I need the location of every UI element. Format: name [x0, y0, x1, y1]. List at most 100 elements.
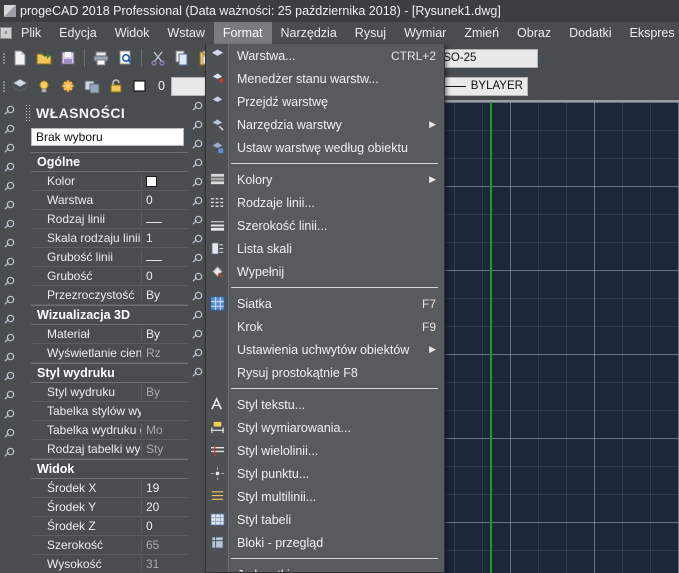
menu-item-edycja[interactable]: Edycja	[50, 22, 106, 44]
menu-item-styl-tabeli[interactable]: Styl tabeli	[229, 508, 444, 531]
property-row[interactable]: Środek X 19	[31, 479, 188, 498]
menu-item-wypełnij[interactable]: Wypełnij	[229, 260, 444, 283]
menu-item-format[interactable]: Format	[213, 22, 272, 44]
menu-item-styl-wielolinii[interactable]: Styl wielolinii...	[229, 439, 444, 462]
vtool-gradient-icon[interactable]	[1, 385, 20, 404]
menu-item-ekspres[interactable]: Ekspres	[620, 22, 679, 44]
selection-combo[interactable]: Brak wyboru	[31, 128, 184, 146]
vtool-ellipse-icon[interactable]	[1, 271, 20, 290]
property-value[interactable]	[141, 174, 188, 188]
toolbar-copy-icon[interactable]	[171, 47, 193, 69]
menu-item-rodzaje-linii[interactable]: Rodzaje linii...	[229, 191, 444, 214]
vtool-make-block-icon[interactable]	[1, 328, 20, 347]
menu-item-narzędzia[interactable]: Narzędzia	[272, 22, 346, 44]
property-value[interactable]	[141, 212, 188, 226]
property-value[interactable]: 20	[141, 500, 188, 514]
property-row[interactable]: Styl wydruku By	[31, 383, 188, 402]
property-value[interactable]: 1	[141, 231, 188, 245]
menu-item-plik[interactable]: Plik	[12, 22, 50, 44]
menu-item-lista-skali[interactable]: Lista skali	[229, 237, 444, 260]
property-value[interactable]: By	[141, 385, 188, 399]
toolbar-new-file-icon[interactable]	[9, 47, 31, 69]
vtool-multiline-text-icon[interactable]	[1, 442, 20, 461]
menu-item-widok[interactable]: Widok	[106, 22, 159, 44]
menu-item-dodatki[interactable]: Dodatki	[560, 22, 620, 44]
property-value[interactable]: 31	[141, 557, 188, 571]
vtool-region-icon[interactable]	[1, 404, 20, 423]
toolbar-save-file-icon[interactable]	[57, 47, 79, 69]
property-value[interactable]: By	[141, 327, 188, 341]
property-row[interactable]: Warstwa 0	[31, 191, 188, 210]
property-row[interactable]: Kolor	[31, 172, 188, 191]
menu-item-zmień[interactable]: Zmień	[455, 22, 508, 44]
property-value[interactable]: 65	[141, 538, 188, 552]
menu-item-rysuj[interactable]: Rysuj	[346, 22, 395, 44]
vtool-polyline-icon[interactable]	[1, 138, 20, 157]
menu-item-wstaw[interactable]: Wstaw	[158, 22, 214, 44]
property-row[interactable]: Środek Y 20	[31, 498, 188, 517]
drawing-canvas[interactable]	[430, 100, 679, 573]
vtool-point-icon[interactable]	[1, 347, 20, 366]
toolbar-print-icon[interactable]	[90, 47, 112, 69]
color-swatch[interactable]	[146, 176, 157, 188]
menu-item-warstwa[interactable]: Warstwa... CTRL+2	[229, 44, 444, 67]
menu-item-styl-punktu[interactable]: Styl punktu...	[229, 462, 444, 485]
property-row[interactable]: Środek Z 0	[31, 517, 188, 536]
vtool-arc-icon[interactable]	[1, 195, 20, 214]
menu-item-narzędzia-warstwy[interactable]: Narzędzia warstwy ▶	[229, 113, 444, 136]
toolbar-grip-properties[interactable]	[0, 76, 8, 96]
menu-item-wymiar[interactable]: Wymiar	[395, 22, 455, 44]
toolbar-layer-color-swatch[interactable]	[129, 75, 151, 97]
property-value[interactable]: Sty	[141, 442, 188, 456]
menu-item-styl-tekstu[interactable]: Styl tekstu...	[229, 393, 444, 416]
vtool-ellipse-arc-icon[interactable]	[1, 290, 20, 309]
menu-item-krok[interactable]: Krok F9	[229, 315, 444, 338]
vtool-insert-block-icon[interactable]	[1, 309, 20, 328]
menu-item-jednostki[interactable]: Jednostki...	[229, 563, 444, 573]
property-row[interactable]: Wysokość 31	[31, 555, 188, 573]
menu-item-szerokość-linii[interactable]: Szerokość linii...	[229, 214, 444, 237]
vtool-rectangle-icon[interactable]	[1, 176, 20, 195]
property-row[interactable]: Rodzaj linii	[31, 210, 188, 229]
menu-grip[interactable]: ≡	[0, 22, 12, 44]
vtool-construction-line-icon[interactable]	[1, 119, 20, 138]
vtool-table-icon[interactable]	[1, 423, 20, 442]
property-row[interactable]: Przezroczystość By	[31, 286, 188, 305]
property-value[interactable]: 19	[141, 481, 188, 495]
toolbar-cut-icon[interactable]	[147, 47, 169, 69]
vtool-line-icon[interactable]	[1, 100, 20, 119]
menu-item-przejdź-warstwę[interactable]: Przejdź warstwę	[229, 90, 444, 113]
menu-item-bloki-przegląd[interactable]: Bloki - przegląd	[229, 531, 444, 554]
property-row[interactable]: Wyświetlanie cieni Rz	[31, 344, 188, 363]
toolbar-layer-manager-icon[interactable]	[9, 75, 31, 97]
menu-item-siatka[interactable]: Siatka F7	[229, 292, 444, 315]
property-row[interactable]: Tabelka stylów wydruku	[31, 402, 188, 421]
menu-item-ustawienia-uchwytów-obiektów[interactable]: Ustawienia uchwytów obiektów ▶	[229, 338, 444, 361]
property-row[interactable]: Grubość 0	[31, 267, 188, 286]
property-value[interactable]: Mo	[141, 423, 188, 437]
toolbar-print-preview-icon[interactable]	[114, 47, 136, 69]
panel-grip-icon[interactable]	[25, 104, 32, 122]
dimension-style-combo[interactable]: ISO-25	[434, 48, 538, 68]
menu-item-rysuj-prostokątnie-f8[interactable]: Rysuj prostokątnie F8	[229, 361, 444, 384]
property-value[interactable]: By	[141, 288, 188, 302]
property-row[interactable]: Materiał By	[31, 325, 188, 344]
property-value[interactable]: 0	[141, 193, 188, 207]
property-row[interactable]: Grubość linii	[31, 248, 188, 267]
menu-item-kolory[interactable]: Kolory ▶	[229, 168, 444, 191]
toolbar-layer-lock-icon[interactable]	[105, 75, 127, 97]
toolbar-grip-standard[interactable]	[0, 48, 8, 68]
vtool-circle-icon[interactable]	[1, 214, 20, 233]
property-row[interactable]: Tabelka wydruku dołąc...Mo	[31, 421, 188, 440]
property-row[interactable]: Skala rodzaju linii 1	[31, 229, 188, 248]
property-row[interactable]: Szerokość 65	[31, 536, 188, 555]
menu-item-obraz[interactable]: Obraz	[508, 22, 560, 44]
menu-item-styl-multilinii[interactable]: Styl multilinii...	[229, 485, 444, 508]
property-value[interactable]	[141, 250, 188, 264]
vtool-revision-cloud-icon[interactable]	[1, 233, 20, 252]
toolbar-open-file-icon[interactable]	[33, 47, 55, 69]
property-value[interactable]: 0	[141, 519, 188, 533]
vtool-hatch-icon[interactable]	[1, 366, 20, 385]
toolbar-layer-on-off-icon[interactable]	[33, 75, 55, 97]
menu-item-styl-wymiarowania[interactable]: Styl wymiarowania...	[229, 416, 444, 439]
